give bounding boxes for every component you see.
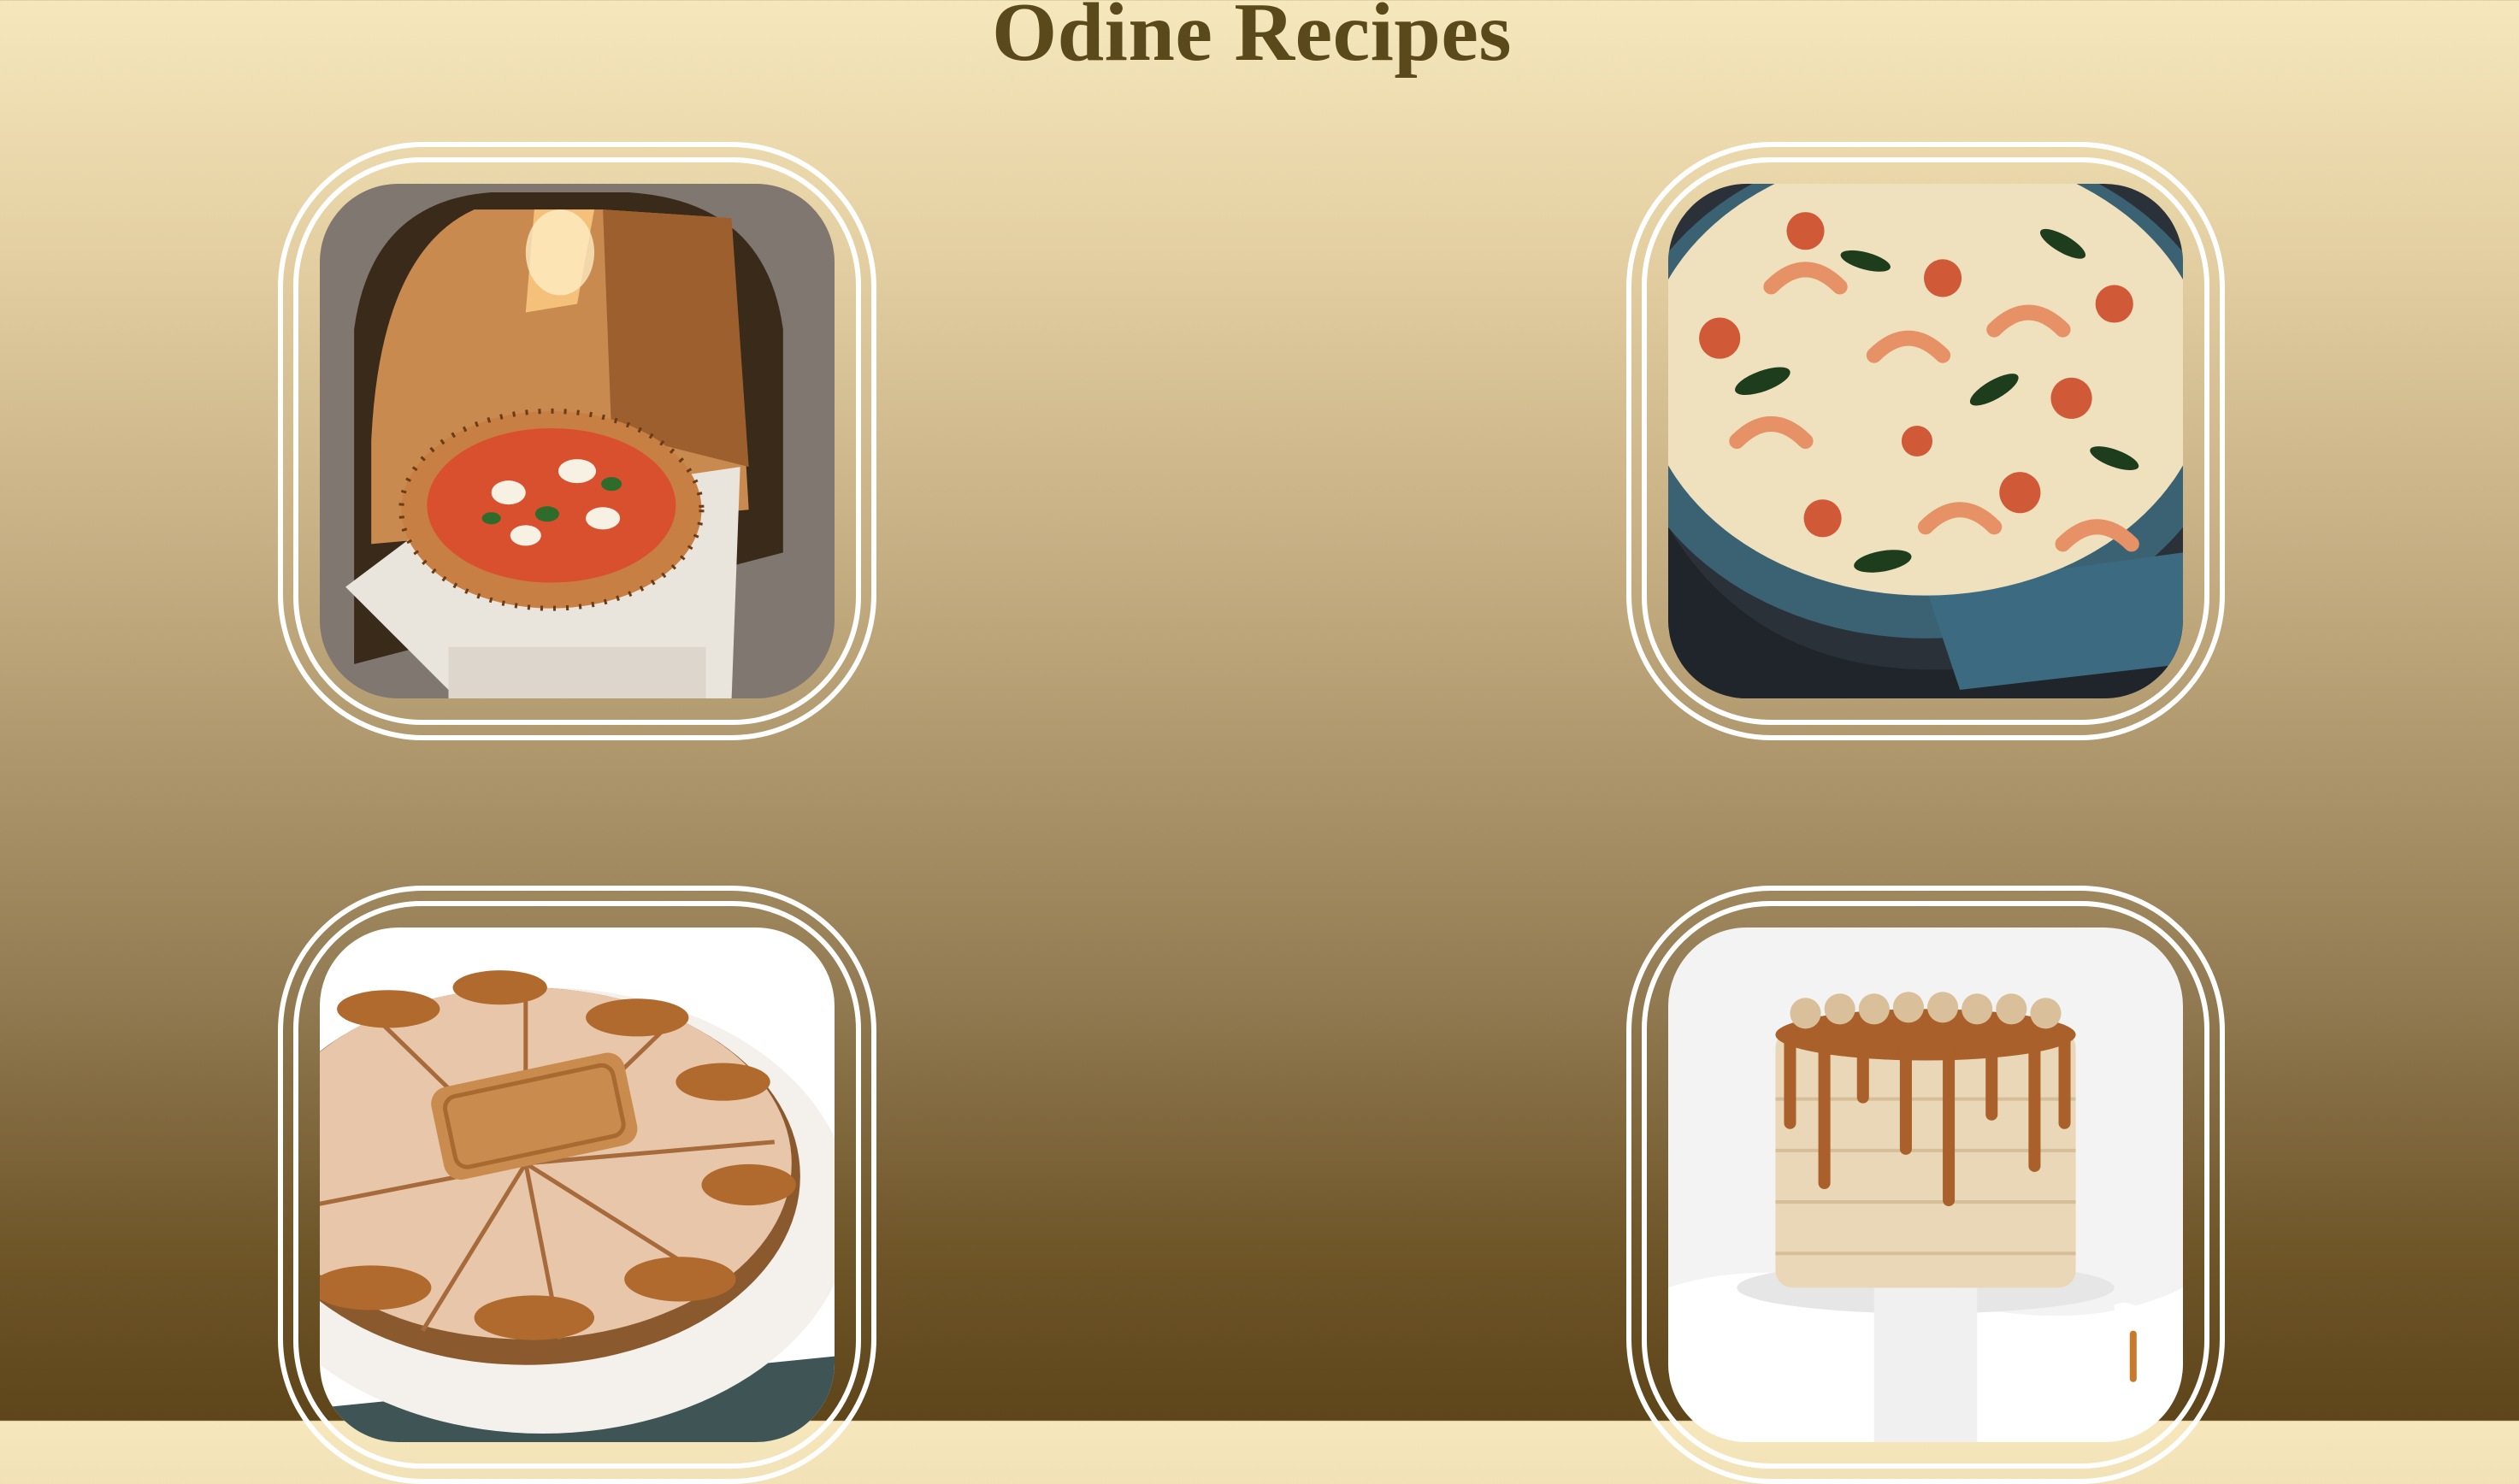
- caramel-drip-cake-image[interactable]: [1668, 928, 2183, 1442]
- recipe-card-caramel-cake[interactable]: [1626, 886, 2225, 1484]
- page-title: Odine Recipes: [991, 0, 1513, 79]
- cheesecake-illustration: [320, 928, 835, 1442]
- shrimp-skillet-image[interactable]: [1668, 184, 2183, 698]
- biscoff-cheesecake-image[interactable]: [320, 928, 835, 1442]
- recipe-card-pizza[interactable]: [278, 142, 876, 740]
- cake-illustration: [1668, 928, 2183, 1442]
- recipe-card-cheesecake[interactable]: [278, 886, 876, 1484]
- pizza-illustration: [320, 184, 835, 698]
- shrimp-illustration: [1668, 184, 2183, 698]
- pizza-image[interactable]: [320, 184, 835, 698]
- recipe-card-shrimp[interactable]: [1626, 142, 2225, 740]
